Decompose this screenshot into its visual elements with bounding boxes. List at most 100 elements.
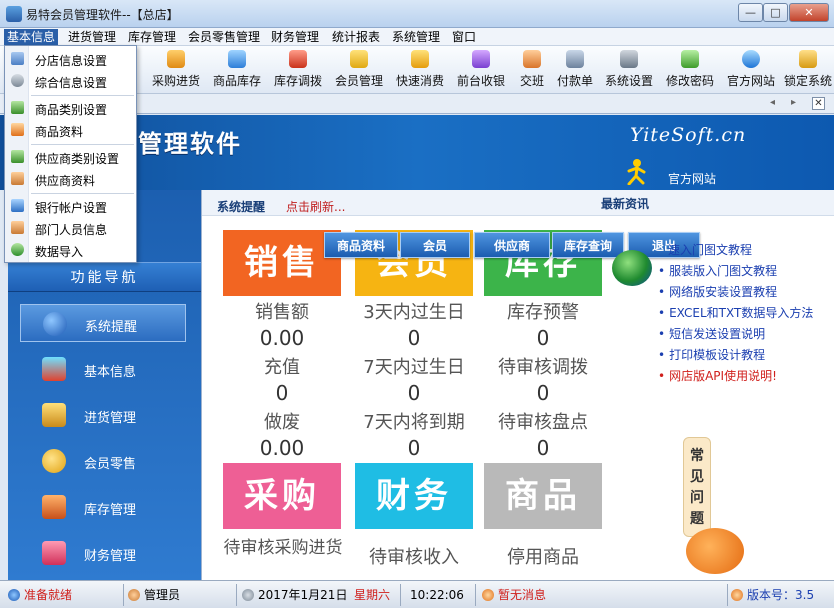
menu-finance[interactable]: 财务管理 — [268, 29, 322, 45]
news-item[interactable]: •EXCEL和TXT数据导入方法 — [658, 304, 813, 321]
toolbar-payment[interactable]: 付款单 — [554, 48, 596, 92]
menu-window[interactable]: 窗口 — [449, 29, 479, 45]
menu-member-retail[interactable]: 会员零售管理 — [185, 29, 263, 45]
tile-purchase[interactable]: 采购 — [223, 463, 341, 529]
purchase-icon — [42, 403, 66, 427]
globe-icon — [742, 50, 760, 68]
toolbar-label: 付款单 — [554, 72, 596, 89]
branch-icon — [11, 52, 24, 65]
cashier-icon — [472, 50, 490, 68]
toolbar-quick-consume[interactable]: 快速消费 — [392, 48, 448, 92]
status-version-text: 版本号：3.5 — [747, 588, 814, 602]
faq-button[interactable]: 常 见 问 题 — [683, 437, 711, 537]
status-message-text: 暂无消息 — [498, 588, 546, 602]
official-site-link[interactable]: 官方网站 — [668, 170, 716, 187]
toolbar-website[interactable]: 官方网站 — [723, 48, 779, 92]
close-button[interactable]: ✕ — [789, 3, 829, 22]
box-icon — [228, 50, 246, 68]
tile-finance[interactable]: 财务 — [355, 463, 473, 529]
tab-scroll-right-icon[interactable]: ▸ — [791, 97, 796, 108]
quick-supplier-button[interactable]: 供应商 — [474, 232, 550, 258]
member-icon — [42, 449, 66, 473]
toolbar-purchase[interactable]: 采购进货 — [148, 48, 204, 92]
toolbar-label: 商品库存 — [209, 72, 265, 89]
news-item[interactable]: •服装版入门图文教程 — [658, 262, 777, 279]
menu-item-branch-settings[interactable]: 分店信息设置 — [5, 48, 136, 70]
payment-icon — [566, 50, 584, 68]
stat-birthday-3days: 3天内过生日 0 — [354, 298, 474, 350]
news-item[interactable]: 速入门图文教程 — [668, 241, 752, 258]
toolbar-label: 修改密码 — [662, 72, 718, 89]
stat-value: 0 — [483, 436, 603, 460]
menu-purchase[interactable]: 进货管理 — [65, 29, 119, 45]
tile-title: 财务 — [355, 463, 473, 529]
menu-inventory[interactable]: 库存管理 — [125, 29, 179, 45]
nav-item-member-retail[interactable]: 会员零售 — [20, 442, 186, 480]
title-bar: 易特会员管理软件--【总店】 — □ ✕ — [0, 0, 834, 28]
gear-icon — [11, 74, 24, 87]
status-weekday: 星期六 — [354, 585, 390, 605]
nav-item-label: 会员零售 — [84, 453, 136, 472]
stat-value: 0 — [354, 326, 474, 350]
nav-item-finance[interactable]: 财务管理 — [20, 534, 186, 572]
toolbar-settings[interactable]: 系统设置 — [601, 48, 657, 92]
menu-basic-info[interactable]: 基本信息 — [4, 29, 58, 45]
nav-item-basic-info[interactable]: 基本信息 — [20, 350, 186, 388]
stat-stock-warning: 库存预警 0 — [483, 298, 603, 350]
news-item[interactable]: •打印模板设计教程 — [658, 346, 765, 363]
toolbar-password[interactable]: 修改密码 — [662, 48, 718, 92]
status-user-name: 管理员 — [144, 588, 180, 602]
stat-value: 0 — [223, 381, 341, 405]
news-link: 网店版API使用说明! — [669, 369, 777, 383]
stat-value: 0.00 — [223, 326, 341, 350]
toolbar-transfer[interactable]: 库存调拨 — [270, 48, 326, 92]
menu-bar: 基本信息 进货管理 库存管理 会员零售管理 财务管理 统计报表 系统管理 窗口 — [0, 28, 834, 46]
tab-scroll-left-icon[interactable]: ◂ — [770, 97, 775, 108]
toolbar-member[interactable]: 会员管理 — [331, 48, 387, 92]
menu-reports[interactable]: 统计报表 — [329, 29, 383, 45]
stat-value: 0 — [483, 381, 603, 405]
news-item[interactable]: •短信发送设置说明 — [658, 325, 765, 342]
status-message[interactable]: 暂无消息 — [482, 585, 546, 605]
maximize-button[interactable]: □ — [763, 3, 788, 22]
faq-char: 题 — [684, 509, 710, 530]
toolbar-stock[interactable]: 商品库存 — [209, 48, 265, 92]
toolbar-label: 交班 — [514, 72, 550, 89]
toolbar-lock[interactable]: 锁定系统 — [784, 48, 832, 92]
menu-item-supplier-category[interactable]: 供应商类别设置 — [5, 146, 136, 168]
menu-item-product-category[interactable]: 商品类别设置 — [5, 97, 136, 119]
toolbar-cashier[interactable]: 前台收银 — [453, 48, 509, 92]
bullet-icon: • — [658, 348, 665, 362]
menu-item-bank-account[interactable]: 银行帐户设置 — [5, 195, 136, 217]
stat-recharge: 充值 0 — [223, 353, 341, 405]
menu-item-department-staff[interactable]: 部门人员信息 — [5, 217, 136, 239]
stat-label: 待审核调拨 — [483, 353, 603, 379]
refresh-link[interactable]: 点击刷新... — [286, 198, 345, 215]
news-item[interactable]: •网络版安装设置教程 — [658, 283, 777, 300]
category-grid-icon — [11, 150, 24, 163]
menu-item-product-info[interactable]: 商品资料 — [5, 119, 136, 141]
toolbar-shift[interactable]: 交班 — [514, 48, 550, 92]
minimize-button[interactable]: — — [738, 3, 763, 22]
message-icon — [482, 589, 494, 601]
version-icon — [731, 589, 743, 601]
tile-products[interactable]: 商品 — [484, 463, 602, 529]
menu-system[interactable]: 系统管理 — [389, 29, 443, 45]
news-link: 服装版入门图文教程 — [669, 264, 777, 278]
quick-member-button[interactable]: 会员 — [400, 232, 470, 258]
status-separator — [400, 584, 401, 606]
menu-item-data-import[interactable]: 数据导入 — [5, 239, 136, 261]
stat-label: 停用商品 — [483, 543, 603, 569]
news-item[interactable]: •网店版API使用说明! — [658, 367, 777, 384]
menu-item-supplier-info[interactable]: 供应商资料 — [5, 168, 136, 190]
menu-item-general-settings[interactable]: 综合信息设置 — [5, 70, 136, 92]
nav-item-purchase[interactable]: 进货管理 — [20, 396, 186, 434]
cubes-icon — [42, 357, 66, 381]
quick-stock-query-button[interactable]: 库存查询 — [552, 232, 624, 258]
tab-close-icon[interactable]: ✕ — [812, 97, 825, 110]
brand-name: 管理软件 — [138, 124, 242, 159]
nav-item-inventory[interactable]: 库存管理 — [20, 488, 186, 526]
tile-title: 采购 — [223, 463, 341, 529]
quick-product-button[interactable]: 商品资料 — [324, 232, 398, 258]
nav-item-reminder[interactable]: 系统提醒 — [20, 304, 186, 342]
